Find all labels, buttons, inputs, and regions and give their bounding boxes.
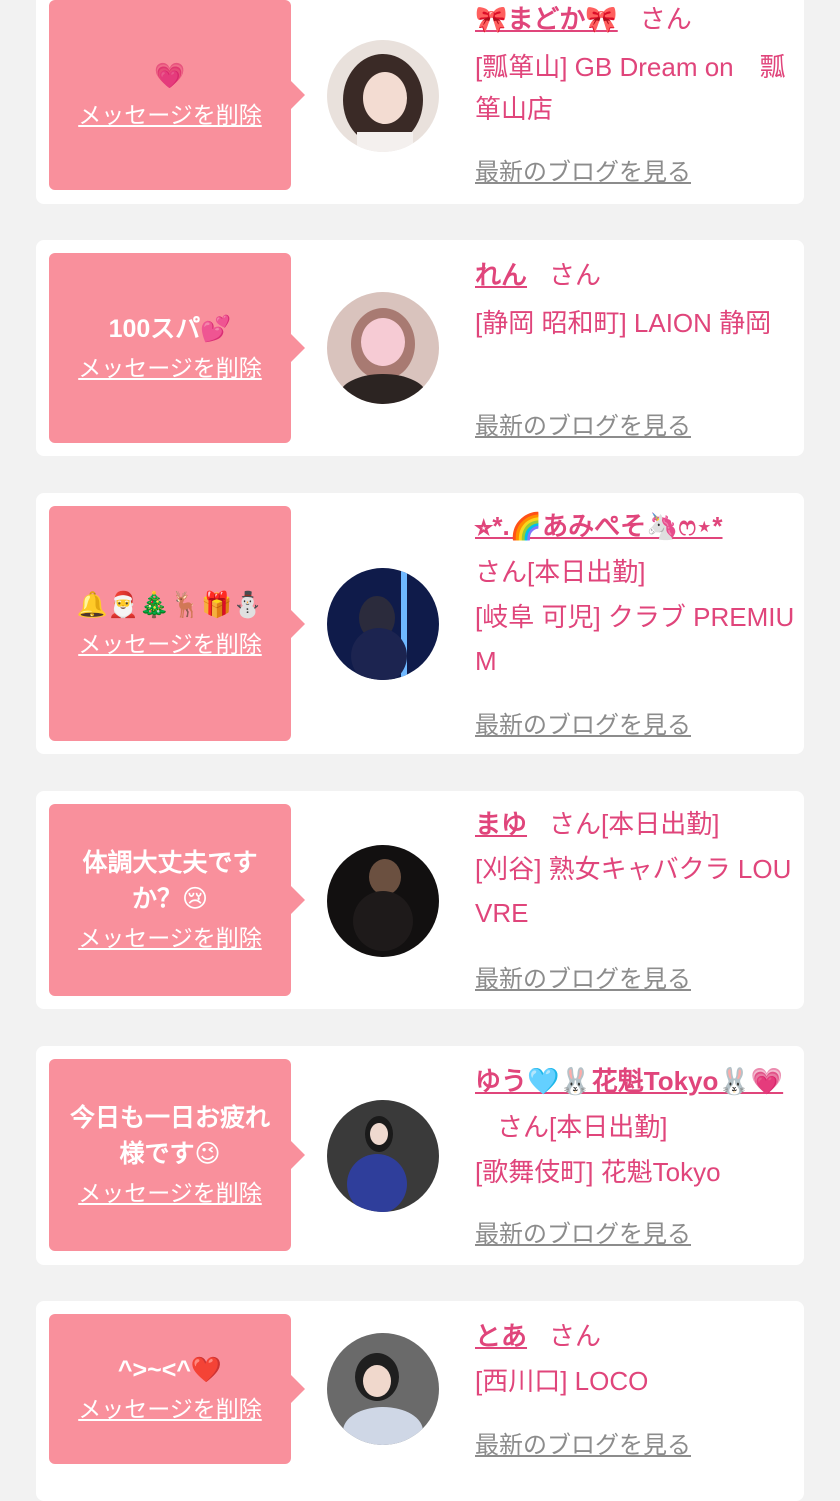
girl-name-link[interactable]: れん: [475, 260, 527, 290]
message-card: 100スパ💕 メッセージを削除 れん さん [静岡 昭和町] LAION 静岡 最…: [36, 240, 804, 456]
status-badge: [本日出勤]: [527, 557, 646, 587]
girl-name-link[interactable]: まゆ: [475, 809, 527, 839]
honorific: さん: [497, 1112, 550, 1142]
avatar[interactable]: [327, 292, 439, 404]
girl-info: 🎀まどか🎀 さん [瓢箪山] GB Dream on 瓢箪山店: [475, 0, 797, 130]
message-text: 100スパ💕: [108, 315, 232, 343]
latest-blog-link[interactable]: 最新のブログを見る: [475, 959, 691, 994]
message-text: ^>~<^❤️: [117, 1356, 223, 1384]
latest-blog-link[interactable]: 最新のブログを見る: [475, 406, 691, 441]
avatar-image: [327, 40, 439, 152]
message-card: 体調大丈夫ですか？😢 メッセージを削除 まゆ さん[本日出勤] [刈谷] 熟女キャ…: [36, 791, 804, 1009]
delete-message-link[interactable]: メッセージを削除: [78, 1178, 262, 1210]
delete-message-link[interactable]: メッセージを削除: [78, 353, 262, 385]
avatar-image: [327, 1333, 439, 1445]
honorific: さん: [475, 557, 528, 587]
girl-info: ⭐︎*.🌈あみぺそ🦄ෆ⋆* さん[本日出勤] [岐阜 可児] クラブ PREMI…: [475, 503, 797, 683]
message-bubble: 100スパ💕 メッセージを削除: [49, 253, 305, 443]
girl-info: とあ さん [西川口] LOCO: [475, 1313, 797, 1403]
latest-blog-link[interactable]: 最新のブログを見る: [475, 705, 691, 740]
latest-blog-link[interactable]: 最新のブログを見る: [475, 152, 691, 187]
honorific: さん: [549, 1321, 602, 1351]
message-card: 今日も一日お疲れ様です😉 メッセージを削除 ゆう🩵🐰花魁Tokyo🐰💗 さん[本日…: [36, 1046, 804, 1265]
message-text: 体調大丈夫ですか？😢: [82, 849, 258, 913]
message-bubble: 🔔🎅🎄🦌🎁⛄ メッセージを削除: [49, 506, 305, 741]
honorific: さん: [639, 4, 692, 34]
avatar[interactable]: [327, 40, 439, 152]
shop-name: [歌舞伎町] 花魁Tokyo: [475, 1157, 721, 1187]
message-bubble: ^>~<^❤️ メッセージを削除: [49, 1314, 305, 1464]
status-badge: [本日出勤]: [601, 809, 720, 839]
avatar-image: [327, 568, 439, 680]
girl-name-link[interactable]: ⭐︎*.🌈あみぺそ🦄ෆ⋆*: [475, 511, 723, 541]
honorific: さん: [549, 809, 602, 839]
shop-name: [静岡 昭和町] LAION 静岡: [475, 308, 772, 338]
message-card: 🔔🎅🎄🦌🎁⛄ メッセージを削除 ⭐︎*.🌈あみぺそ🦄ෆ⋆* さん[本日出勤] […: [36, 493, 804, 754]
message-bubble: 💗 メッセージを削除: [49, 0, 305, 190]
delete-message-link[interactable]: メッセージを削除: [78, 1394, 262, 1426]
message-text: 今日も一日お疲れ様です😉: [69, 1104, 270, 1168]
avatar-image: [327, 845, 439, 957]
message-bubble: 体調大丈夫ですか？😢 メッセージを削除: [49, 804, 305, 996]
message-text: 💗: [154, 62, 186, 90]
girl-info: れん さん [静岡 昭和町] LAION 静岡: [475, 252, 797, 344]
message-card: ^>~<^❤️ メッセージを削除 とあ さん [西川口] LOCO 最新のブログを…: [36, 1301, 804, 1501]
avatar-image: [327, 1100, 439, 1212]
avatar-image: [327, 292, 439, 404]
message-text: 🔔🎅🎄🦌🎁⛄: [76, 590, 264, 619]
girl-name-link[interactable]: ゆう🩵🐰花魁Tokyo🐰💗: [475, 1066, 783, 1096]
message-card: 💗 メッセージを削除 🎀まどか🎀 さん [瓢箪山] GB Dream on 瓢箪山…: [36, 0, 804, 204]
girl-name-link[interactable]: 🎀まどか🎀: [475, 4, 618, 34]
status-badge: [本日出勤]: [549, 1112, 668, 1142]
avatar[interactable]: [327, 1100, 439, 1212]
latest-blog-link[interactable]: 最新のブログを見る: [475, 1214, 691, 1249]
girl-name-link[interactable]: とあ: [475, 1321, 527, 1351]
shop-name: [瓢箪山] GB Dream on 瓢箪山店: [475, 52, 786, 124]
girl-info: まゆ さん[本日出勤] [刈谷] 熟女キャバクラ LOUVRE: [475, 801, 797, 935]
shop-name: [刈谷] 熟女キャバクラ LOUVRE: [475, 854, 792, 928]
delete-message-link[interactable]: メッセージを削除: [78, 923, 262, 955]
girl-info: ゆう🩵🐰花魁Tokyo🐰💗 さん[本日出勤] [歌舞伎町] 花魁Tokyo: [475, 1058, 797, 1194]
message-bubble: 今日も一日お疲れ様です😉 メッセージを削除: [49, 1059, 305, 1251]
latest-blog-link[interactable]: 最新のブログを見る: [475, 1425, 691, 1460]
delete-message-link[interactable]: メッセージを削除: [78, 100, 262, 132]
shop-name: [岐阜 可児] クラブ PREMIUM: [475, 602, 795, 676]
avatar[interactable]: [327, 845, 439, 957]
avatar[interactable]: [327, 568, 439, 680]
avatar[interactable]: [327, 1333, 439, 1445]
shop-name: [西川口] LOCO: [475, 1366, 649, 1396]
delete-message-link[interactable]: メッセージを削除: [78, 629, 262, 661]
honorific: さん: [549, 260, 602, 290]
